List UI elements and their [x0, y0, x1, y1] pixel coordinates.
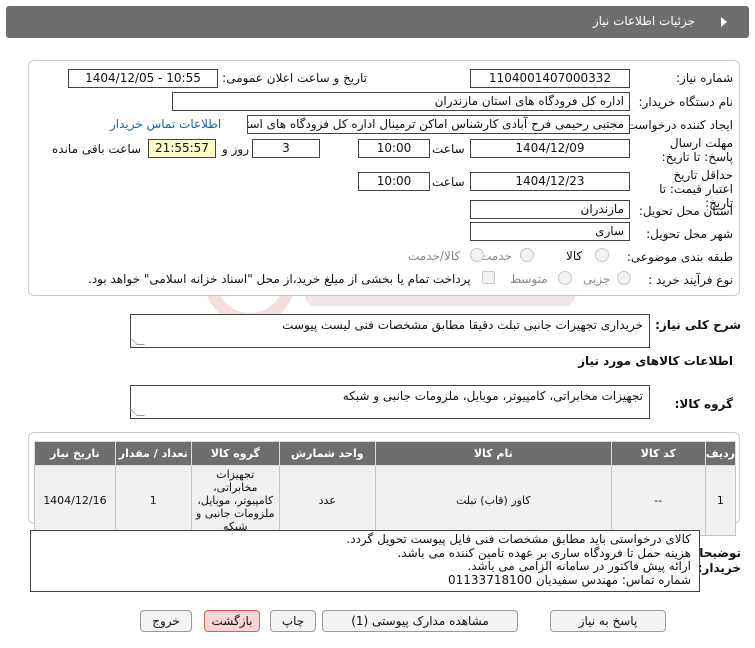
category-goods-service-label: کالا/خدمت: [408, 249, 461, 263]
summary-label: شرح کلی نیاز:: [655, 318, 741, 332]
requester-label: ایجاد کننده درخواست:: [622, 118, 733, 132]
goods-group-label: گروه کالا:: [674, 397, 733, 411]
col-group: گروه کالا: [190, 441, 280, 466]
cell-unit: عدد: [278, 465, 376, 536]
reply-deadline-time-label: ساعت: [432, 142, 465, 156]
resize-grip-icon[interactable]: [129, 408, 145, 416]
cell-row: 1: [704, 465, 737, 536]
delivery-province-field: مازندران: [470, 200, 630, 219]
col-unit: واحد شمارش: [278, 441, 376, 466]
price-validity-date-field: 1404/12/23: [470, 172, 630, 191]
category-service-radio[interactable]: [520, 248, 534, 262]
need-number-label: شماره نیاز:: [676, 71, 733, 85]
price-validity-time-label: ساعت: [432, 175, 465, 189]
buyer-note-line: هزینه حمل تا فرودگاه ساری بر عهده تامین …: [397, 545, 691, 560]
buyer-org-field: اداره کل فرودگاه های استان مازندران: [172, 92, 630, 111]
announce-datetime-field: 1404/12/05 - 10:55: [68, 69, 218, 88]
goods-table: ردیف کد کالا نام کالا واحد شمارش گروه کا…: [34, 441, 737, 536]
treasury-payment-note: پرداخت تمام یا بخشی از مبلغ خرید،از محل …: [88, 272, 471, 286]
time-remaining-field: 21:55:57: [148, 139, 216, 158]
page-header: جزئیات اطلاعات نیاز: [6, 6, 749, 38]
buyer-note-line: کالای درخواستی باید مطابق مشخصات فنی فای…: [346, 532, 691, 546]
category-service-label: خدمت: [480, 249, 512, 263]
process-medium-radio[interactable]: [558, 271, 572, 285]
action-buttons: پاسخ به نیاز مشاهده مدارک پیوستی (1) چاپ…: [0, 610, 755, 632]
reply-deadline-label: مهلت ارسال پاسخ: تا تاریخ:: [661, 136, 733, 164]
treasury-payment-checkbox[interactable]: [482, 271, 495, 284]
price-validity-time-field: 10:00: [358, 172, 430, 191]
days-label: روز و: [222, 142, 249, 156]
buyer-contact-link[interactable]: اطلاعات تماس خریدار: [110, 117, 221, 131]
buyer-note-line: ارائه پیش فاکتور در سامانه الزامی می باش…: [467, 559, 691, 573]
process-type-label: نوع فرآیند خرید :: [648, 273, 733, 287]
summary-value: خریداری تجهیزات جانبی تبلت دقیقا مطابق م…: [282, 318, 643, 332]
cell-date: 1404/12/16: [34, 465, 116, 536]
col-date: تاریخ نیاز: [34, 441, 116, 466]
process-medium-label: متوسط: [510, 272, 548, 286]
requester-field: مجتبی رحیمی فرح آبادی کارشناس اماکن ترمی…: [247, 115, 630, 134]
resize-grip-icon[interactable]: [129, 337, 145, 345]
cell-qty: 1: [114, 465, 192, 536]
goods-group-value: تجهیزات مخابراتی، کامپیوتر، موبایل، ملزو…: [342, 389, 643, 403]
need-number-field: 1104001407000332: [470, 69, 630, 88]
cell-code: --: [610, 465, 706, 536]
reply-deadline-date-field: 1404/12/09: [470, 139, 630, 158]
goods-table-panel: ردیف کد کالا نام کالا واحد شمارش گروه کا…: [28, 432, 740, 536]
delivery-city-label: شهر محل تحویل:: [646, 227, 733, 241]
col-row: ردیف: [704, 441, 737, 466]
reply-button[interactable]: پاسخ به نیاز: [550, 610, 666, 632]
process-minor-label: جزیی: [583, 272, 611, 286]
exit-button[interactable]: خروج: [140, 610, 192, 632]
summary-text: خریداری تجهیزات جانبی تبلت دقیقا مطابق م…: [129, 314, 650, 348]
table-header-row: ردیف کد کالا نام کالا واحد شمارش گروه کا…: [34, 441, 737, 466]
buyer-notes-text: کالای درخواستی باید مطابق مشخصات فنی فای…: [30, 530, 700, 592]
col-code: کد کالا: [610, 441, 706, 466]
page-title: جزئیات اطلاعات نیاز: [592, 14, 695, 28]
view-attachments-button[interactable]: مشاهده مدارک پیوستی (1): [322, 610, 518, 632]
col-qty: تعداد / مقدار: [114, 441, 192, 466]
buyer-note-line: شماره تماس: مهندس سفیدیان 01133718100: [448, 572, 691, 587]
days-remaining-field: 3: [252, 139, 320, 158]
goods-group-text: تجهیزات مخابراتی، کامپیوتر، موبایل، ملزو…: [129, 385, 650, 419]
reply-deadline-time-field: 10:00: [358, 139, 430, 158]
time-remaining-label: ساعت باقی مانده: [52, 142, 142, 156]
delivery-province-label: استان محل تحویل:: [638, 204, 733, 218]
category-goods-service-radio[interactable]: [470, 248, 484, 262]
goods-section-title: اطلاعات کالاهای مورد نیاز: [578, 354, 733, 368]
category-goods-radio[interactable]: [595, 248, 609, 262]
cell-name: کاور (قاب) تبلت: [374, 465, 612, 536]
cell-group: تجهیزات مخابراتی، کامپیوتر، موبایل، ملزو…: [190, 465, 280, 536]
category-goods-label: کالا: [566, 249, 583, 263]
delivery-city-field: ساری: [470, 222, 630, 241]
collapse-arrow-icon[interactable]: [721, 17, 727, 27]
back-button[interactable]: بازگشت: [204, 610, 260, 632]
buyer-org-label: نام دستگاه خریدار:: [638, 95, 734, 109]
category-label: طبقه بندی موضوعی:: [626, 250, 733, 264]
print-button[interactable]: چاپ: [270, 610, 316, 632]
announce-datetime-label: تاریخ و ساعت اعلان عمومی:: [222, 71, 367, 85]
process-minor-radio[interactable]: [617, 271, 631, 285]
table-row[interactable]: 1 -- کاور (قاب) تبلت عدد تجهیزات مخابرات…: [34, 465, 737, 536]
col-name: نام کالا: [374, 441, 612, 466]
